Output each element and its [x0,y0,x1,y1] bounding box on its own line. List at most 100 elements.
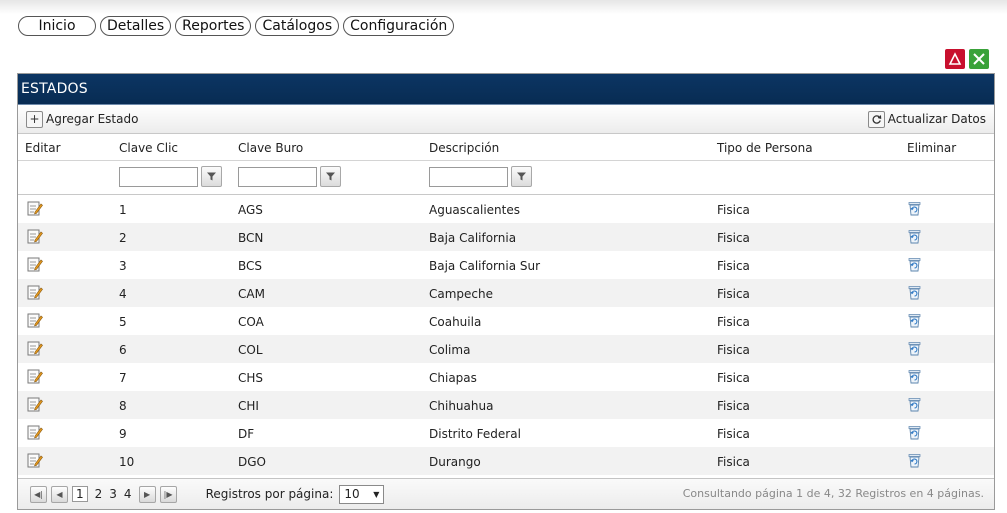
delete-icon[interactable] [907,397,922,412]
cell-tipo-persona: Fisica [717,455,750,469]
cell-clave-buro: DF [238,427,255,441]
delete-icon[interactable] [907,313,922,328]
cell-descripcion: Baja California Sur [429,259,541,273]
add-estado-button[interactable]: + Agregar Estado [26,110,138,128]
delete-icon[interactable] [907,285,922,300]
page-number-1[interactable]: 1 [72,486,88,502]
page-size-label: Registros por página: [205,487,334,501]
filter-descripcion-input[interactable] [429,166,508,187]
delete-icon[interactable] [907,369,922,384]
filter-descripcion [429,166,532,187]
cell-descripcion: Colima [429,343,471,357]
filter-clave-buro-button[interactable] [320,166,341,187]
filter-clave-buro-input[interactable] [238,166,317,187]
edit-icon[interactable] [27,424,43,440]
cell-clave-clic: 9 [119,427,127,441]
cell-clave-buro: BCS [238,259,263,273]
cell-clave-buro: DGO [238,455,266,469]
table-row: 6 COL Colima Fisica [18,335,994,363]
edit-icon[interactable] [27,340,43,356]
tab-detalles[interactable]: Detalles [100,16,172,36]
header-editar[interactable]: Editar [25,141,61,155]
cell-tipo-persona: Fisica [717,287,750,301]
header-descripcion[interactable]: Descripción [429,141,499,155]
header-clave-clic[interactable]: Clave Clic [119,141,178,155]
cell-descripcion: Coahuila [429,315,482,329]
grid-toolbar: + Agregar Estado Actualizar Datos [18,105,994,134]
edit-icon[interactable] [27,228,43,244]
filter-clave-clic-input[interactable] [119,166,198,187]
delete-icon[interactable] [907,257,922,272]
edit-icon[interactable] [27,284,43,300]
tab-inicio[interactable]: Inicio [18,16,96,36]
page-size-value: 10 [344,487,360,501]
table-row: 5 COA Coahuila Fisica [18,307,994,335]
chevron-down-icon: ▼ [373,489,380,499]
edit-icon[interactable] [27,256,43,272]
cell-descripcion: Durango [429,455,481,469]
delete-icon[interactable] [907,229,922,244]
delete-icon[interactable] [907,201,922,216]
cell-tipo-persona: Fisica [717,371,750,385]
cell-clave-clic: 2 [119,231,127,245]
cell-descripcion: Baja California [429,231,517,245]
page-size-select[interactable]: 10 ▼ [339,484,385,504]
edit-icon[interactable] [27,368,43,384]
grid-header: Editar Clave Clic Clave Buro Descripción… [18,134,994,161]
prev-page-button[interactable]: ◀ [51,485,68,503]
table-row: 3 BCS Baja California Sur Fisica [18,251,994,279]
cell-descripcion: Aguascalientes [429,203,520,217]
filter-clave-clic-button[interactable] [201,166,222,187]
cell-clave-clic: 4 [119,287,127,301]
estados-grid: ESTADOS + Agregar Estado Actualizar Dato… [17,73,995,510]
first-page-button[interactable]: ◀| [30,485,47,503]
delete-icon[interactable] [907,425,922,440]
delete-icon[interactable] [907,341,922,356]
cell-clave-clic: 6 [119,343,127,357]
header-clave-buro[interactable]: Clave Buro [238,141,303,155]
cell-tipo-persona: Fisica [717,427,750,441]
cell-clave-clic: 3 [119,259,127,273]
table-row: 9 DF Distrito Federal Fisica [18,419,994,447]
tab-catalogos[interactable]: Catálogos [255,16,340,36]
main-nav: Inicio Detalles Reportes Catálogos Confi… [18,16,458,36]
edit-icon[interactable] [27,312,43,328]
header-tipo-persona[interactable]: Tipo de Persona [717,141,813,155]
cell-tipo-persona: Fisica [717,315,750,329]
table-row: 7 CHS Chiapas Fisica [18,363,994,391]
refresh-data-button[interactable]: Actualizar Datos [867,110,986,128]
top-shade [0,0,1007,14]
page-number-4[interactable]: 4 [124,487,132,501]
cell-descripcion: Distrito Federal [429,427,521,441]
header-eliminar[interactable]: Eliminar [907,141,956,155]
cell-clave-buro: BCN [238,231,264,245]
tab-configuracion[interactable]: Configuración [343,16,455,36]
pdf-icon[interactable] [945,49,965,69]
cell-tipo-persona: Fisica [717,231,750,245]
cell-tipo-persona: Fisica [717,343,750,357]
delete-icon[interactable] [907,453,922,468]
pager: ◀| ◀ 1 2 3 4 ▶ |▶ Registros por página: … [18,478,994,509]
edit-icon[interactable] [27,396,43,412]
cell-descripcion: Chiapas [429,371,477,385]
refresh-icon [867,110,885,128]
last-page-button[interactable]: |▶ [159,485,177,503]
filter-descripcion-button[interactable] [511,166,532,187]
filter-row [18,161,994,195]
cell-tipo-persona: Fisica [717,203,750,217]
next-page-button[interactable]: ▶ [138,485,156,503]
cell-clave-buro: COL [238,343,263,357]
edit-icon[interactable] [27,200,43,216]
table-row: 1 AGS Aguascalientes Fisica [18,195,994,223]
page-number-3[interactable]: 3 [109,487,117,501]
excel-icon[interactable] [969,49,989,69]
grid-body: 1 AGS Aguascalientes Fisica 2 BCN Baja Califor… [18,195,994,475]
filter-clave-buro [238,166,341,187]
cell-clave-buro: COA [238,315,264,329]
tab-reportes[interactable]: Reportes [175,16,252,36]
table-row: 10 DGO Durango Fisica [18,447,994,475]
page-number-2[interactable]: 2 [95,487,103,501]
edit-icon[interactable] [27,452,43,468]
cell-clave-clic: 8 [119,399,127,413]
plus-icon: + [26,110,43,128]
